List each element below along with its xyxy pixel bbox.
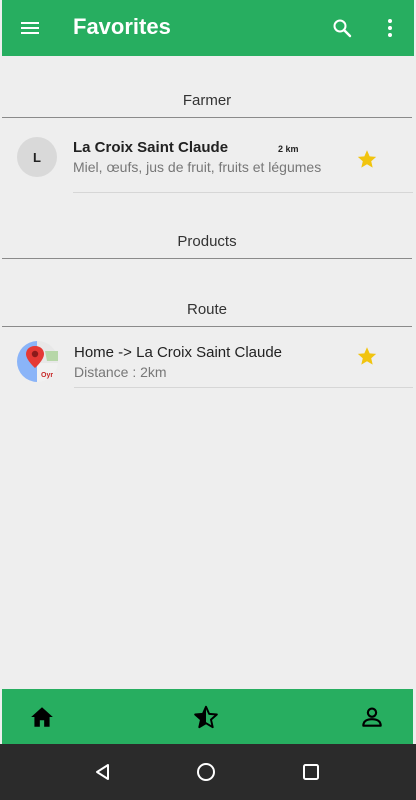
farmer-distance: 2 km — [278, 144, 299, 154]
more-vert-icon[interactable] — [378, 16, 402, 40]
svg-text:Oyr: Oyr — [41, 372, 53, 379]
route-distance: Distance : 2km — [74, 364, 167, 380]
system-navigation-bar — [0, 744, 416, 800]
person-icon[interactable] — [359, 704, 385, 730]
page-title: Favorites — [73, 14, 171, 39]
item-divider — [73, 192, 413, 193]
section-header-farmer: Farmer — [182, 92, 232, 109]
bottom-navigation — [2, 689, 413, 744]
avatar: L — [17, 137, 57, 177]
section-divider — [2, 258, 412, 259]
back-icon[interactable] — [93, 762, 113, 782]
star-half-icon[interactable] — [193, 704, 219, 730]
section-header-route: Route — [186, 301, 228, 318]
section-header-products: Products — [177, 233, 237, 250]
route-title: Home -> La Croix Saint Claude — [74, 344, 283, 361]
section-divider — [2, 326, 412, 327]
home-icon[interactable] — [29, 704, 55, 730]
recents-icon[interactable] — [301, 762, 321, 782]
farmer-description: Miel, œufs, jus de fruit, fruits et légu… — [73, 159, 322, 175]
home-circle-icon[interactable] — [196, 762, 216, 782]
item-divider — [74, 387, 413, 388]
star-icon[interactable] — [356, 148, 378, 170]
app-bar: Favorites — [2, 0, 414, 56]
map-icon: Oyr — [17, 341, 58, 382]
search-icon[interactable] — [330, 16, 354, 40]
farmer-name: La Croix Saint Claude — [73, 139, 229, 156]
section-divider — [2, 117, 412, 118]
menu-icon[interactable] — [18, 16, 42, 40]
star-icon[interactable] — [356, 345, 378, 367]
favorites-screen: Favorites Farmer L La Croix Saint Claude… — [0, 0, 416, 800]
